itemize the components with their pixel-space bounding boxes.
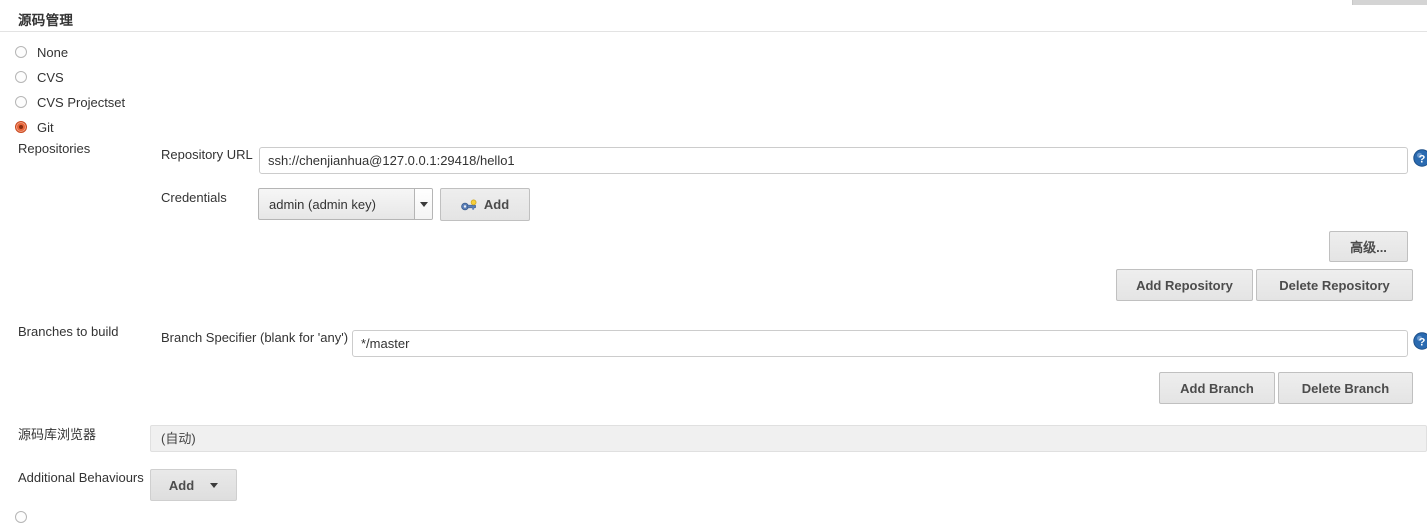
add-credentials-label: Add — [483, 197, 510, 212]
help-icon-repository-url[interactable]: ? — [1413, 149, 1427, 167]
repository-browser-select[interactable]: (自动) — [150, 425, 1427, 452]
credentials-select[interactable]: admin (admin key) — [258, 188, 433, 220]
scm-option-none-label: None — [37, 44, 69, 60]
add-repository-button[interactable]: Add Repository — [1116, 269, 1253, 301]
scm-option-git[interactable]: Git — [15, 118, 54, 136]
chevron-down-icon-add — [210, 482, 219, 488]
repository-browser-label: 源码库浏览器 — [18, 427, 97, 442]
repository-url-label: Repository URL — [161, 147, 253, 162]
top-partial-bar — [1352, 0, 1427, 5]
add-credentials-button[interactable]: Add — [440, 188, 530, 221]
radio-cvs-projectset[interactable] — [15, 96, 27, 108]
advanced-button[interactable]: 高级... — [1329, 231, 1408, 262]
scm-option-none[interactable]: None — [15, 43, 68, 61]
key-icon — [461, 199, 477, 210]
repositories-label: Repositories — [18, 141, 91, 156]
delete-branch-button[interactable]: Delete Branch — [1278, 372, 1413, 404]
scm-option-cvs-projectset-label: CVS Projectset — [37, 94, 126, 110]
branches-to-build-label: Branches to build — [18, 324, 119, 339]
help-icon-branch-specifier[interactable]: ? — [1413, 332, 1427, 350]
additional-behaviours-add-label: Add — [168, 477, 195, 493]
radio-next-section-partial[interactable] — [15, 511, 27, 523]
svg-text:?: ? — [1419, 153, 1426, 165]
additional-behaviours-label: Additional Behaviours — [18, 470, 144, 485]
chevron-down-icon — [419, 201, 428, 207]
delete-repository-button[interactable]: Delete Repository — [1256, 269, 1413, 301]
svg-text:?: ? — [1419, 336, 1426, 348]
credentials-selected-value: admin (admin key) — [269, 196, 376, 212]
radio-none[interactable] — [15, 46, 27, 58]
header-divider — [0, 31, 1427, 32]
scm-option-cvs-projectset[interactable]: CVS Projectset — [15, 93, 125, 111]
branch-specifier-label: Branch Specifier (blank for 'any') — [161, 330, 349, 345]
page-title: 源码管理 — [18, 13, 74, 28]
repository-url-input[interactable] — [259, 147, 1408, 174]
credentials-select-arrow[interactable] — [414, 189, 432, 219]
branch-specifier-input[interactable] — [352, 330, 1408, 357]
additional-behaviours-add-button[interactable]: Add — [150, 469, 237, 501]
credentials-label: Credentials — [161, 190, 227, 205]
radio-git[interactable] — [15, 121, 27, 133]
radio-cvs[interactable] — [15, 71, 27, 83]
add-branch-button[interactable]: Add Branch — [1159, 372, 1275, 404]
scm-option-git-label: Git — [37, 119, 54, 135]
scm-option-cvs-label: CVS — [37, 69, 64, 85]
scm-option-cvs[interactable]: CVS — [15, 68, 64, 86]
